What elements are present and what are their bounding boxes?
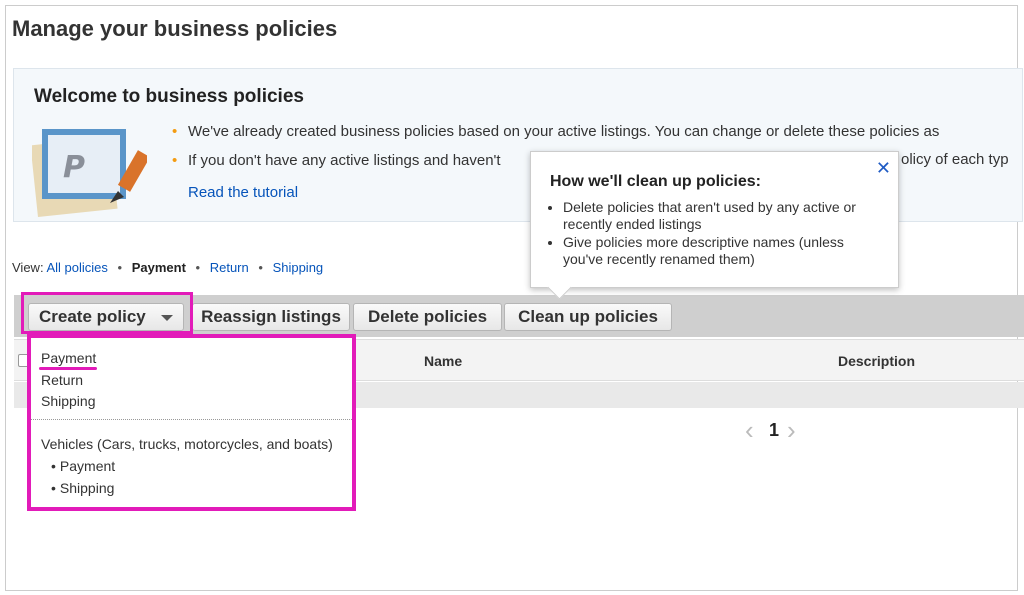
payment-underline-highlight (39, 367, 97, 370)
delete-policies-button[interactable]: Delete policies (353, 303, 502, 331)
menu-item-vehicle-shipping[interactable]: • Shipping (51, 480, 114, 496)
view-filter-separator: • (195, 260, 201, 275)
menu-item-return[interactable]: Return (41, 372, 83, 388)
current-page-number[interactable]: 1 (769, 420, 779, 441)
view-filter-payment[interactable]: Payment (132, 260, 186, 275)
menu-item-vehicle-payment[interactable]: • Payment (51, 458, 115, 474)
close-icon[interactable]: ✕ (876, 158, 891, 179)
view-filter-shipping[interactable]: Shipping (273, 260, 324, 275)
menu-section-vehicles: Vehicles (Cars, trucks, motorcycles, and… (41, 436, 333, 452)
tooltip-title: How we'll clean up policies: (550, 173, 761, 190)
create-policy-menu: Payment Return Shipping Vehicles (Cars, … (27, 334, 356, 511)
cleanup-tooltip: ✕ How we'll clean up policies: Delete po… (530, 151, 899, 288)
tooltip-item: Give policies more descriptive names (un… (563, 234, 883, 268)
view-filter-separator: • (258, 260, 263, 275)
read-tutorial-link[interactable]: Read the tutorial (188, 184, 298, 201)
svg-text:P: P (63, 150, 85, 185)
view-filter-return[interactable]: Return (210, 260, 249, 275)
view-filter-all-policies[interactable]: All policies (46, 260, 107, 275)
create-policy-highlight (21, 292, 193, 334)
column-header-name[interactable]: Name (424, 353, 462, 369)
clean-up-policies-button[interactable]: Clean up policies (504, 303, 672, 331)
reassign-listings-button[interactable]: Reassign listings (192, 303, 350, 331)
view-filter: View: All policies • Payment • Return • … (12, 260, 323, 275)
tooltip-list: Delete policies that aren't used by any … (563, 199, 883, 269)
page-title: Manage your business policies (12, 16, 338, 41)
welcome-bullet-tail: olicy of each typ (901, 151, 1009, 168)
menu-item-shipping[interactable]: Shipping (41, 393, 96, 409)
next-page-icon[interactable]: › (787, 417, 796, 443)
menu-item-payment[interactable]: Payment (41, 350, 96, 366)
column-header-description: Description (838, 353, 916, 369)
prev-page-icon[interactable]: ‹ (745, 417, 754, 443)
menu-divider (31, 419, 352, 420)
welcome-bullet: We've already created business policies … (172, 122, 1024, 151)
view-filter-separator: • (117, 260, 123, 275)
tooltip-item: Delete policies that aren't used by any … (563, 199, 883, 233)
view-filter-label: View: (12, 260, 44, 275)
policy-illustration-icon: P (32, 129, 147, 217)
welcome-title: Welcome to business policies (34, 86, 304, 107)
